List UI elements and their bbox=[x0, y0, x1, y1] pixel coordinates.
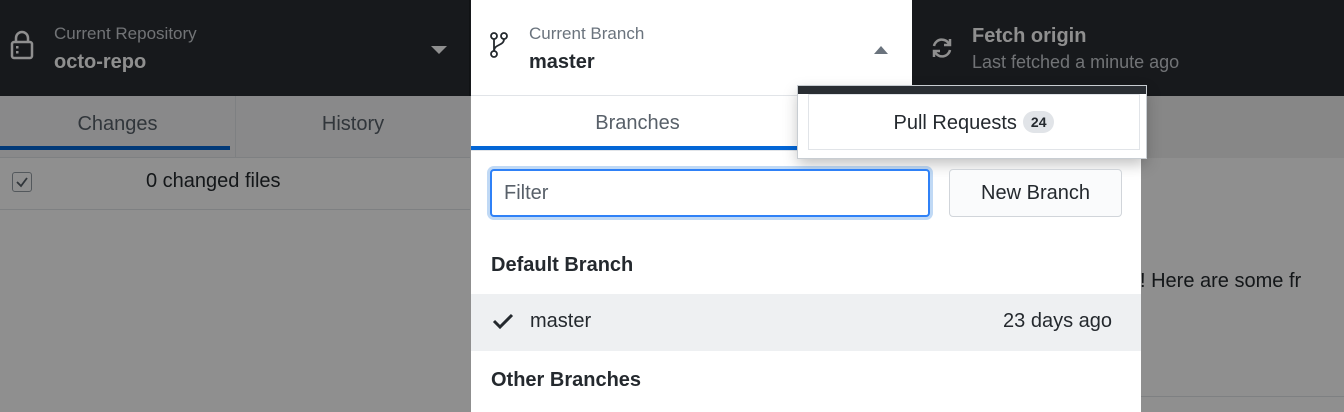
pull-requests-count-badge: 24 bbox=[1022, 111, 1055, 133]
caret-up-icon bbox=[873, 42, 889, 60]
tab-branches[interactable]: Branches bbox=[471, 96, 804, 150]
branch-title: Current Branch bbox=[529, 24, 645, 43]
tab-pull-requests[interactable]: Pull Requests 24 bbox=[808, 94, 1140, 150]
other-branches-heading: Other Branches bbox=[491, 369, 642, 391]
branch-item-name: master bbox=[530, 310, 592, 332]
pull-requests-label: Pull Requests bbox=[893, 112, 1017, 134]
default-branch-heading: Default Branch bbox=[491, 254, 634, 276]
highlight-top-edge bbox=[798, 86, 1146, 94]
current-branch-button[interactable]: Current Branch master bbox=[471, 0, 912, 96]
branch-filter-input[interactable] bbox=[490, 169, 930, 217]
branch-name: master bbox=[529, 51, 595, 73]
git-branch-icon bbox=[489, 30, 509, 65]
new-branch-button[interactable]: New Branch bbox=[949, 169, 1122, 217]
branch-item-age: 23 days ago bbox=[1003, 310, 1112, 332]
check-icon bbox=[492, 312, 514, 335]
